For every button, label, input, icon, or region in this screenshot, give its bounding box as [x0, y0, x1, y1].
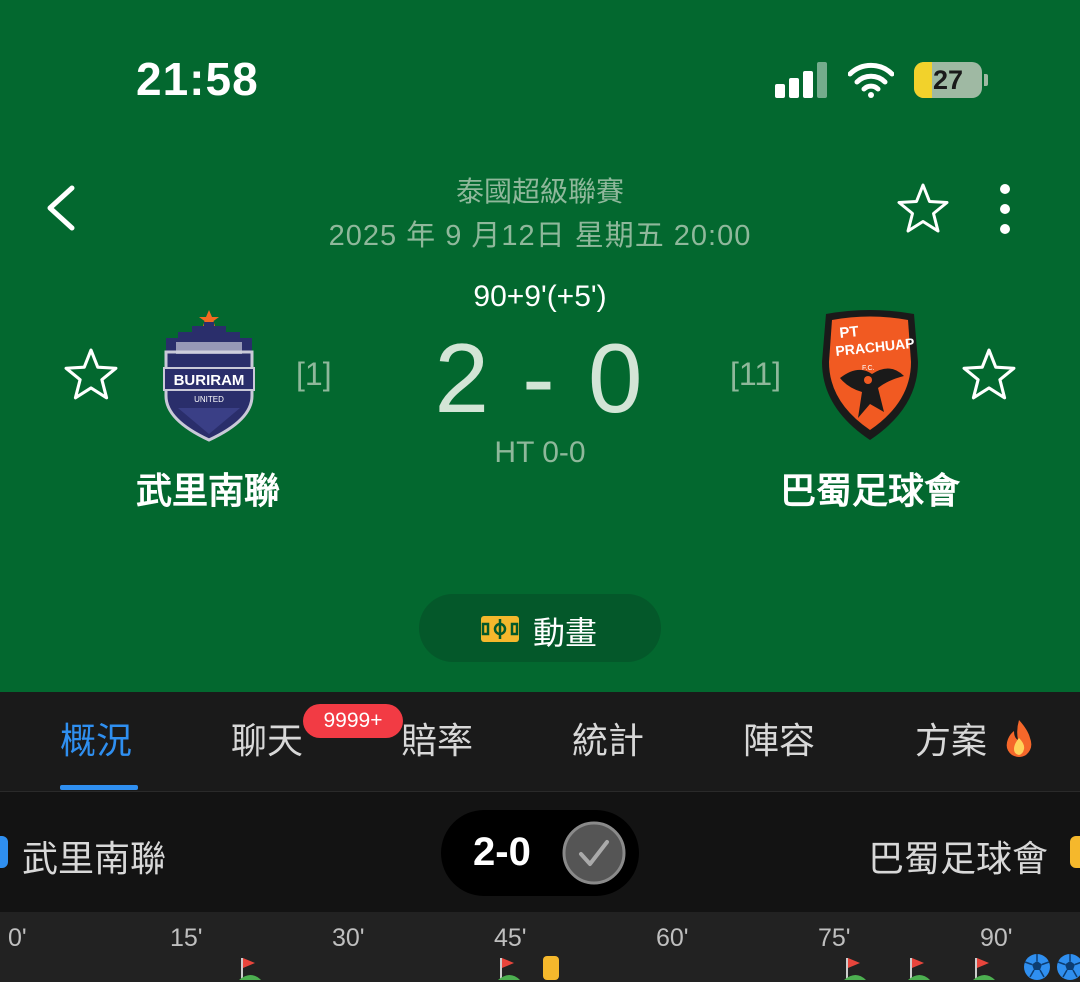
wifi-icon	[848, 62, 894, 98]
fire-icon	[1006, 720, 1032, 757]
timeline-minute-label: 60'	[656, 924, 689, 952]
summary-score-pill[interactable]: 2-0	[441, 810, 639, 896]
back-arrow-icon[interactable]	[40, 182, 84, 234]
home-team-logo[interactable]: BURIRAM UNITED	[158, 308, 260, 442]
status-time: 21:58	[136, 53, 259, 105]
match-datetime: 2025 年 9 月12日 星期五 20:00	[328, 220, 752, 252]
summary-home-name: 武里南聯	[22, 838, 167, 879]
favorite-match-star-icon[interactable]	[896, 182, 950, 236]
league-name[interactable]: 泰國超級聯賽	[290, 170, 790, 210]
goal-icon[interactable]	[1055, 952, 1080, 982]
halftime-score: HT 0-0	[494, 436, 586, 469]
animation-button-label: 動畫	[533, 615, 598, 651]
tab-bar: 概況 聊天 賠率 統計 陣容 方案	[0, 692, 1080, 792]
corner-kick-icon[interactable]	[971, 956, 996, 982]
favorite-home-star-icon[interactable]	[63, 347, 119, 403]
goal-icon[interactable]	[1022, 952, 1052, 982]
corner-kick-icon[interactable]	[842, 956, 866, 982]
match-score: 2 - 0	[434, 323, 646, 433]
full-time-check-icon	[562, 821, 626, 885]
battery-percent: 27	[932, 65, 964, 95]
timeline-minute-label: 90'	[980, 924, 1013, 952]
tab-lineups[interactable]: 陣容	[743, 712, 815, 764]
pitch-icon	[481, 616, 519, 642]
home-color-marker	[0, 836, 8, 868]
home-team-name[interactable]: 武里南聯	[108, 462, 308, 514]
more-options-icon[interactable]	[990, 182, 1020, 236]
animation-button[interactable]: 動畫	[419, 594, 661, 662]
away-logo-text-1: PT	[839, 323, 860, 342]
tab-plans[interactable]: 方案	[915, 712, 987, 764]
away-rank: [11]	[730, 356, 781, 392]
timeline-minute-label: 0'	[8, 924, 27, 952]
tab-chat[interactable]: 聊天	[231, 712, 303, 764]
home-logo-subtext: UNITED	[194, 395, 224, 404]
tab-overview[interactable]: 概況	[60, 712, 132, 764]
active-tab-indicator	[60, 785, 138, 790]
away-team-name[interactable]: 巴蜀足球會	[760, 462, 980, 514]
summary-away-name: 巴蜀足球會	[868, 838, 1049, 879]
timeline-minute-label: 30'	[332, 924, 365, 952]
home-rank: [1]	[296, 356, 332, 392]
tab-odds[interactable]: 賠率	[401, 712, 473, 764]
corner-kick-icon[interactable]	[237, 956, 261, 982]
timeline-minute-label: 15'	[170, 924, 203, 952]
cellular-signal-icon	[775, 62, 829, 98]
home-logo-text: BURIRAM	[174, 372, 245, 389]
away-team-logo[interactable]: PT PRACHUAP F.C.	[818, 308, 922, 442]
tab-stats[interactable]: 統計	[572, 712, 644, 764]
favorite-away-star-icon[interactable]	[961, 347, 1017, 403]
match-clock: 90+9'(+5')	[473, 280, 607, 313]
yellow-card-icon[interactable]	[543, 956, 560, 980]
corner-kick-icon[interactable]	[906, 956, 931, 982]
timeline-minute-label: 45'	[494, 924, 527, 952]
summary-score: 2-0	[473, 830, 531, 874]
battery-indicator: 27	[914, 62, 988, 98]
chat-count-badge: 9999+	[303, 704, 403, 738]
corner-kick-icon[interactable]	[496, 956, 520, 982]
timeline-minute-label: 75'	[818, 924, 851, 952]
away-color-marker	[1070, 836, 1080, 868]
